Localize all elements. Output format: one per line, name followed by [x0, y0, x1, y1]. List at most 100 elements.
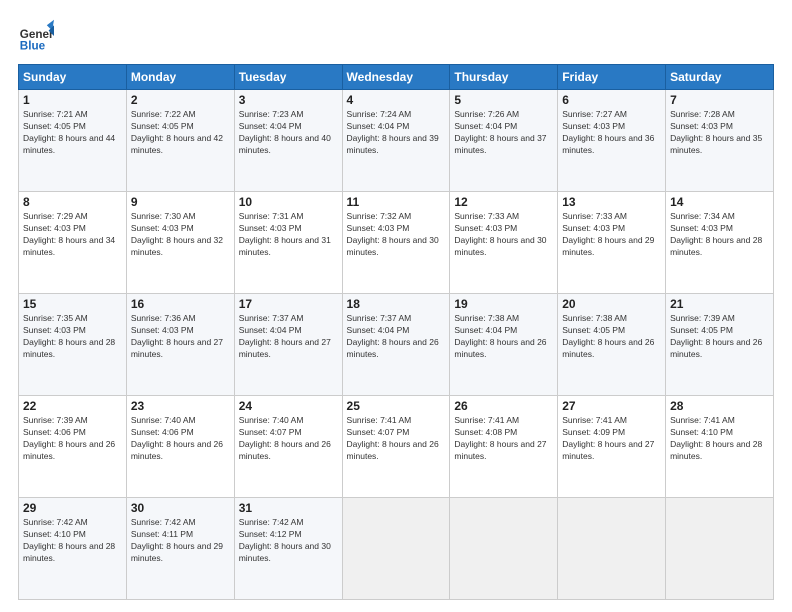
calendar-day-cell: 6 Sunrise: 7:27 AMSunset: 4:03 PMDayligh… — [558, 90, 666, 192]
day-info: Sunrise: 7:27 AMSunset: 4:03 PMDaylight:… — [562, 109, 661, 157]
weekday-header: Sunday — [19, 65, 127, 90]
day-info: Sunrise: 7:41 AMSunset: 4:09 PMDaylight:… — [562, 415, 661, 463]
calendar-day-cell: 9 Sunrise: 7:30 AMSunset: 4:03 PMDayligh… — [126, 192, 234, 294]
day-number: 28 — [670, 399, 769, 413]
day-number: 21 — [670, 297, 769, 311]
calendar-day-cell: 3 Sunrise: 7:23 AMSunset: 4:04 PMDayligh… — [234, 90, 342, 192]
calendar-day-cell: 30 Sunrise: 7:42 AMSunset: 4:11 PMDaylig… — [126, 498, 234, 600]
logo: General Blue — [18, 18, 54, 54]
calendar-day-cell: 18 Sunrise: 7:37 AMSunset: 4:04 PMDaylig… — [342, 294, 450, 396]
day-info: Sunrise: 7:41 AMSunset: 4:10 PMDaylight:… — [670, 415, 769, 463]
day-number: 17 — [239, 297, 338, 311]
calendar-day-cell: 31 Sunrise: 7:42 AMSunset: 4:12 PMDaylig… — [234, 498, 342, 600]
day-info: Sunrise: 7:41 AMSunset: 4:07 PMDaylight:… — [347, 415, 446, 463]
day-number: 6 — [562, 93, 661, 107]
calendar-week-row: 8 Sunrise: 7:29 AMSunset: 4:03 PMDayligh… — [19, 192, 774, 294]
day-info: Sunrise: 7:39 AMSunset: 4:05 PMDaylight:… — [670, 313, 769, 361]
day-info: Sunrise: 7:23 AMSunset: 4:04 PMDaylight:… — [239, 109, 338, 157]
calendar-day-cell: 17 Sunrise: 7:37 AMSunset: 4:04 PMDaylig… — [234, 294, 342, 396]
day-number: 29 — [23, 501, 122, 515]
day-number: 10 — [239, 195, 338, 209]
day-info: Sunrise: 7:21 AMSunset: 4:05 PMDaylight:… — [23, 109, 122, 157]
day-info: Sunrise: 7:41 AMSunset: 4:08 PMDaylight:… — [454, 415, 553, 463]
calendar-day-cell: 13 Sunrise: 7:33 AMSunset: 4:03 PMDaylig… — [558, 192, 666, 294]
day-number: 8 — [23, 195, 122, 209]
day-number: 31 — [239, 501, 338, 515]
day-number: 1 — [23, 93, 122, 107]
calendar-day-cell — [342, 498, 450, 600]
calendar-day-cell: 4 Sunrise: 7:24 AMSunset: 4:04 PMDayligh… — [342, 90, 450, 192]
header: General Blue — [18, 18, 774, 54]
day-number: 13 — [562, 195, 661, 209]
weekday-header: Tuesday — [234, 65, 342, 90]
calendar-week-row: 22 Sunrise: 7:39 AMSunset: 4:06 PMDaylig… — [19, 396, 774, 498]
calendar-day-cell: 21 Sunrise: 7:39 AMSunset: 4:05 PMDaylig… — [666, 294, 774, 396]
day-info: Sunrise: 7:39 AMSunset: 4:06 PMDaylight:… — [23, 415, 122, 463]
calendar-day-cell: 12 Sunrise: 7:33 AMSunset: 4:03 PMDaylig… — [450, 192, 558, 294]
calendar-body: 1 Sunrise: 7:21 AMSunset: 4:05 PMDayligh… — [19, 90, 774, 600]
day-info: Sunrise: 7:29 AMSunset: 4:03 PMDaylight:… — [23, 211, 122, 259]
calendar-day-cell: 19 Sunrise: 7:38 AMSunset: 4:04 PMDaylig… — [450, 294, 558, 396]
weekday-header: Monday — [126, 65, 234, 90]
day-info: Sunrise: 7:42 AMSunset: 4:12 PMDaylight:… — [239, 517, 338, 565]
day-number: 19 — [454, 297, 553, 311]
calendar-day-cell: 14 Sunrise: 7:34 AMSunset: 4:03 PMDaylig… — [666, 192, 774, 294]
day-number: 23 — [131, 399, 230, 413]
day-info: Sunrise: 7:35 AMSunset: 4:03 PMDaylight:… — [23, 313, 122, 361]
day-number: 2 — [131, 93, 230, 107]
day-number: 24 — [239, 399, 338, 413]
day-info: Sunrise: 7:42 AMSunset: 4:11 PMDaylight:… — [131, 517, 230, 565]
calendar-day-cell: 27 Sunrise: 7:41 AMSunset: 4:09 PMDaylig… — [558, 396, 666, 498]
calendar-day-cell: 15 Sunrise: 7:35 AMSunset: 4:03 PMDaylig… — [19, 294, 127, 396]
day-info: Sunrise: 7:38 AMSunset: 4:05 PMDaylight:… — [562, 313, 661, 361]
day-number: 26 — [454, 399, 553, 413]
day-info: Sunrise: 7:33 AMSunset: 4:03 PMDaylight:… — [454, 211, 553, 259]
calendar-day-cell: 23 Sunrise: 7:40 AMSunset: 4:06 PMDaylig… — [126, 396, 234, 498]
calendar-table: SundayMondayTuesdayWednesdayThursdayFrid… — [18, 64, 774, 600]
calendar-week-row: 29 Sunrise: 7:42 AMSunset: 4:10 PMDaylig… — [19, 498, 774, 600]
day-info: Sunrise: 7:28 AMSunset: 4:03 PMDaylight:… — [670, 109, 769, 157]
calendar-week-row: 15 Sunrise: 7:35 AMSunset: 4:03 PMDaylig… — [19, 294, 774, 396]
day-info: Sunrise: 7:37 AMSunset: 4:04 PMDaylight:… — [347, 313, 446, 361]
weekday-header: Friday — [558, 65, 666, 90]
calendar-day-cell: 10 Sunrise: 7:31 AMSunset: 4:03 PMDaylig… — [234, 192, 342, 294]
day-info: Sunrise: 7:33 AMSunset: 4:03 PMDaylight:… — [562, 211, 661, 259]
calendar-day-cell — [666, 498, 774, 600]
day-info: Sunrise: 7:34 AMSunset: 4:03 PMDaylight:… — [670, 211, 769, 259]
day-info: Sunrise: 7:24 AMSunset: 4:04 PMDaylight:… — [347, 109, 446, 157]
day-number: 18 — [347, 297, 446, 311]
calendar-day-cell: 16 Sunrise: 7:36 AMSunset: 4:03 PMDaylig… — [126, 294, 234, 396]
calendar-day-cell: 7 Sunrise: 7:28 AMSunset: 4:03 PMDayligh… — [666, 90, 774, 192]
day-number: 5 — [454, 93, 553, 107]
calendar-day-cell: 28 Sunrise: 7:41 AMSunset: 4:10 PMDaylig… — [666, 396, 774, 498]
day-info: Sunrise: 7:38 AMSunset: 4:04 PMDaylight:… — [454, 313, 553, 361]
calendar-day-cell: 11 Sunrise: 7:32 AMSunset: 4:03 PMDaylig… — [342, 192, 450, 294]
calendar-day-cell: 24 Sunrise: 7:40 AMSunset: 4:07 PMDaylig… — [234, 396, 342, 498]
day-number: 12 — [454, 195, 553, 209]
weekday-row: SundayMondayTuesdayWednesdayThursdayFrid… — [19, 65, 774, 90]
day-number: 30 — [131, 501, 230, 515]
calendar-day-cell: 20 Sunrise: 7:38 AMSunset: 4:05 PMDaylig… — [558, 294, 666, 396]
calendar-day-cell — [450, 498, 558, 600]
day-number: 27 — [562, 399, 661, 413]
day-number: 20 — [562, 297, 661, 311]
day-info: Sunrise: 7:42 AMSunset: 4:10 PMDaylight:… — [23, 517, 122, 565]
calendar-day-cell: 22 Sunrise: 7:39 AMSunset: 4:06 PMDaylig… — [19, 396, 127, 498]
day-number: 3 — [239, 93, 338, 107]
calendar-day-cell: 1 Sunrise: 7:21 AMSunset: 4:05 PMDayligh… — [19, 90, 127, 192]
calendar-week-row: 1 Sunrise: 7:21 AMSunset: 4:05 PMDayligh… — [19, 90, 774, 192]
day-info: Sunrise: 7:30 AMSunset: 4:03 PMDaylight:… — [131, 211, 230, 259]
day-info: Sunrise: 7:37 AMSunset: 4:04 PMDaylight:… — [239, 313, 338, 361]
day-info: Sunrise: 7:40 AMSunset: 4:07 PMDaylight:… — [239, 415, 338, 463]
day-number: 7 — [670, 93, 769, 107]
calendar-day-cell: 25 Sunrise: 7:41 AMSunset: 4:07 PMDaylig… — [342, 396, 450, 498]
day-info: Sunrise: 7:22 AMSunset: 4:05 PMDaylight:… — [131, 109, 230, 157]
svg-text:Blue: Blue — [20, 40, 46, 53]
calendar-header: SundayMondayTuesdayWednesdayThursdayFrid… — [19, 65, 774, 90]
logo-icon: General Blue — [18, 18, 54, 54]
calendar-day-cell: 2 Sunrise: 7:22 AMSunset: 4:05 PMDayligh… — [126, 90, 234, 192]
calendar-day-cell: 26 Sunrise: 7:41 AMSunset: 4:08 PMDaylig… — [450, 396, 558, 498]
weekday-header: Thursday — [450, 65, 558, 90]
day-number: 22 — [23, 399, 122, 413]
day-info: Sunrise: 7:32 AMSunset: 4:03 PMDaylight:… — [347, 211, 446, 259]
